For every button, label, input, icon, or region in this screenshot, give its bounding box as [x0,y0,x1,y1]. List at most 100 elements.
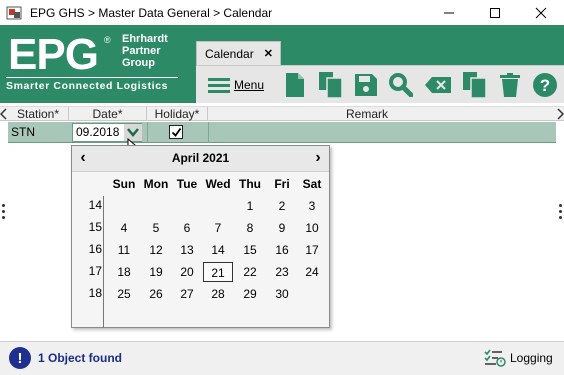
new-document-icon [286,73,304,97]
calendar-day[interactable]: 7 [203,218,233,238]
logo-divider [6,77,178,78]
calendar-day[interactable]: 2 [267,196,297,216]
column-header-date[interactable]: Date* [69,107,147,121]
calendar-day[interactable]: 28 [203,284,233,304]
logo-registered-mark: ® [104,35,111,45]
calendar-day[interactable]: 5 [141,218,171,238]
week-number: 15 [88,220,102,234]
backspace-icon [425,77,451,93]
cell-divider [147,122,148,143]
close-window-button[interactable] [518,0,564,25]
status-message: 1 Object found [38,351,122,365]
cell-station[interactable]: STN [11,122,35,143]
app-header: EPG ® Ehrhardt Partner Group Smarter Con… [0,25,564,103]
help-icon: ? [533,73,557,97]
calendar-day[interactable]: 14 [203,240,233,260]
weekday-header: Fri [274,177,290,191]
search-button[interactable] [388,70,414,100]
tab-strip: Calendar ✕ [196,41,281,65]
calendar-day[interactable]: 11 [109,240,139,260]
right-splitter-handle[interactable] [559,204,563,222]
weekday-header: Sat [302,177,322,191]
info-icon: ! [9,347,31,369]
calendar-day[interactable]: 24 [297,262,327,282]
calendar-day[interactable]: 27 [172,284,202,304]
logo-tagline: Smarter Connected Logistics [6,80,169,92]
calendar-day[interactable]: 15 [235,240,265,260]
calendar-day[interactable]: 17 [297,240,327,260]
minimize-button[interactable] [426,0,472,25]
scroll-left-icon[interactable] [0,108,8,123]
calendar-day[interactable]: 10 [297,218,327,238]
cell-divider [208,122,209,143]
menu-button[interactable]: Menu [208,70,264,100]
tab-close-icon[interactable]: ✕ [264,47,273,60]
tab-calendar[interactable]: Calendar ✕ [196,41,281,65]
week-number: 18 [88,286,102,300]
weekday-header: Thu [239,177,261,191]
new-document-button[interactable] [284,70,306,100]
weekday-header: Tue [176,177,198,191]
calendar-day[interactable]: 8 [235,218,265,238]
calendar-day[interactable]: 13 [172,240,202,260]
calendar-day[interactable]: 22 [235,262,265,282]
window-title: EPG GHS > Master Data General > Calendar [30,5,273,20]
calendar-day[interactable]: 12 [141,240,171,260]
calendar-day[interactable]: 18 [109,262,139,282]
calendar-day[interactable]: 30 [267,284,297,304]
svg-text:?: ? [540,76,550,95]
calendar-day[interactable]: 6 [172,218,202,238]
calendar-day[interactable]: 3 [297,196,327,216]
checkmark-icon [171,127,181,137]
grid-header: Station* Date* Holiday* Remark [0,106,564,121]
weekday-header: Mon [143,177,169,191]
close-icon [535,7,547,18]
calendar-day[interactable]: 4 [109,218,139,238]
weekday-header: Sun [112,177,136,191]
calendar-day[interactable]: 1 [235,196,265,216]
next-month-button[interactable]: › [309,149,327,167]
calendar-popup: ‹ April 2021 › Sun Mon Tue Wed Thu Fri Sat 14 15… [71,145,330,328]
scroll-right-icon[interactable] [556,108,564,123]
copy-button[interactable] [318,70,344,100]
save-icon [355,74,377,96]
copy-icon [319,72,343,98]
logging-button[interactable]: Logging [484,348,553,368]
app-icon [6,5,22,21]
calendar-day[interactable]: 20 [172,262,202,282]
calendar-day[interactable]: 26 [141,284,171,304]
holiday-checkbox[interactable] [169,125,183,139]
save-button[interactable] [354,70,378,100]
calendar-day[interactable]: 29 [235,284,265,304]
table-row[interactable]: STN 09.2018 [8,122,556,143]
logging-icon [484,349,506,367]
week-number: 17 [88,264,102,278]
column-header-holiday[interactable]: Holiday* [147,107,208,121]
calendar-day[interactable]: 19 [141,262,171,282]
minimize-icon [444,12,454,13]
logo-company-name: Ehrhardt Partner Group [122,33,168,69]
logo-name-line-1: Ehrhardt [122,33,168,45]
calendar-day[interactable]: 25 [109,284,139,304]
calendar-day-today[interactable]: 21 [203,262,233,282]
title-bar: EPG GHS > Master Data General > Calendar [0,0,564,25]
week-number-column [72,196,104,328]
calendar-day[interactable]: 9 [267,218,297,238]
duplicate-button[interactable] [462,70,488,100]
status-bar: ! 1 Object found Logging [0,341,564,375]
left-splitter-handle[interactable] [2,204,6,222]
clear-button[interactable] [424,70,452,100]
week-number: 16 [88,242,102,256]
trash-icon [500,73,520,97]
menu-label: Menu [234,78,265,92]
logo-wordmark: EPG [8,30,99,79]
delete-button[interactable] [498,70,522,100]
calendar-day[interactable]: 23 [267,262,297,282]
help-button[interactable]: ? [532,70,558,100]
week-number: 14 [88,198,102,212]
calendar-day[interactable]: 16 [267,240,297,260]
column-header-remark[interactable]: Remark [208,107,526,121]
toolbar: Menu ? [196,65,564,103]
column-header-station[interactable]: Station* [8,107,69,121]
maximize-button[interactable] [472,0,518,25]
